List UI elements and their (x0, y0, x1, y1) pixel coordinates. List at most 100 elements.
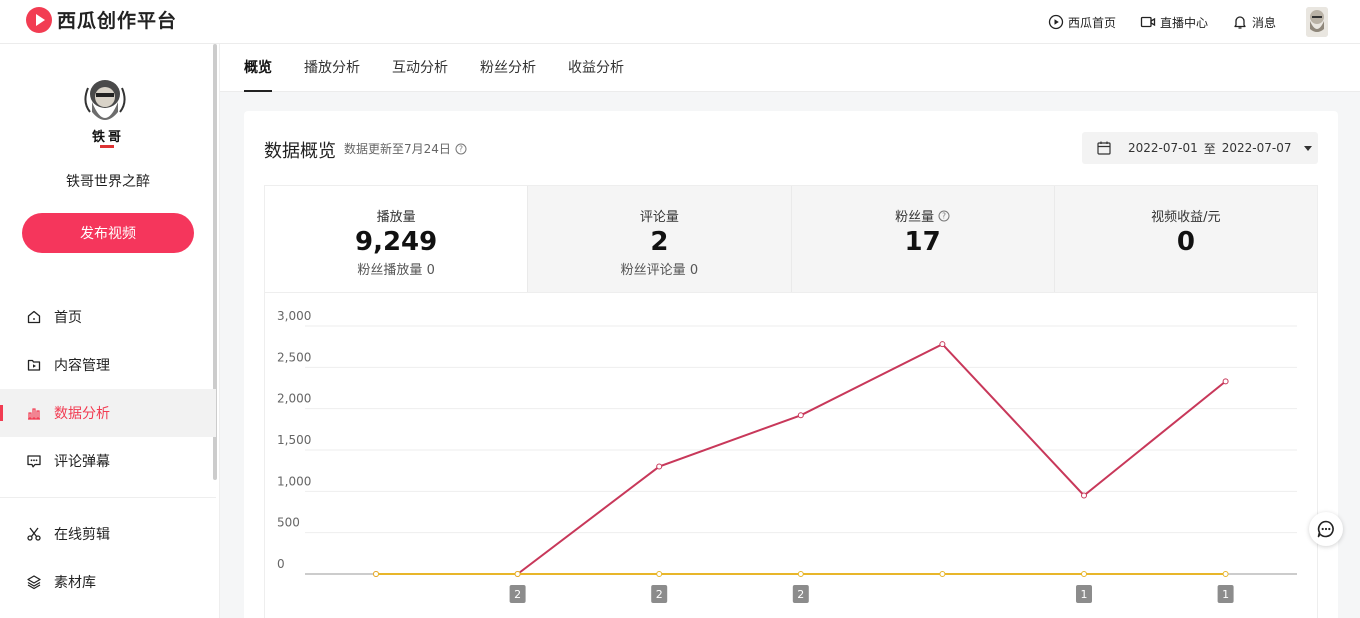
metric-sub: 粉丝播放量 0 (265, 259, 527, 278)
xigua-home-label: 西瓜首页 (1067, 15, 1116, 30)
help-icon[interactable]: ? (455, 143, 467, 155)
messages-link[interactable]: 消息 (1232, 14, 1276, 31)
metric-sub: 粉丝评论量 0 (528, 259, 790, 278)
publish-marker-label: 2 (514, 588, 521, 601)
sidebar-item-content[interactable]: 内容管理 (0, 341, 216, 389)
metric-value: 17 (904, 227, 941, 257)
sidebar-item-label: 首页 (54, 310, 82, 326)
metric-revenue[interactable]: 视频收益/元 0 (1053, 186, 1317, 292)
feedback-button[interactable] (1309, 512, 1343, 546)
metric-label: 评论量 (639, 210, 679, 225)
live-center-link[interactable]: 直播中心 (1140, 14, 1208, 31)
series-line (376, 342, 1227, 575)
svg-text:?: ? (942, 211, 946, 220)
metric-label: 粉丝量 (895, 210, 935, 225)
sidebar-item-comments[interactable]: 评论弹幕 (0, 437, 216, 485)
publish-marker-label: 2 (656, 588, 663, 601)
y-tick-label: 500 (277, 516, 300, 530)
date-range-picker[interactable]: 2022-07-01 至 2022-07-07 (1082, 132, 1318, 164)
data-point (656, 571, 663, 577)
logo-text: 西瓜创作平台 (57, 10, 178, 32)
tab-interaction-analysis[interactable]: 互动分析 (392, 44, 448, 92)
chat-bubble-icon (1317, 520, 1334, 538)
top-nav: 西瓜首页 直播中心 消息 (1024, 0, 1328, 44)
sidebar-menu: 首页 内容管理 数据分析 评论弹幕 在线剪辑 素材库 (0, 293, 216, 606)
y-tick-label: 2,500 (277, 350, 311, 364)
data-point (1222, 378, 1229, 385)
live-center-label: 直播中心 (1159, 15, 1208, 30)
metric-value: 9,249 (355, 227, 438, 257)
top-bar: 西瓜创作平台 西瓜首页 直播中心 消息 (0, 0, 1360, 44)
metric-value: 0 (1176, 227, 1195, 257)
user-avatar[interactable] (1306, 7, 1328, 37)
logo[interactable]: 西瓜创作平台 (26, 6, 177, 33)
logo-icon (26, 6, 52, 33)
publish-marker-label: 1 (1081, 588, 1088, 601)
data-point (939, 341, 946, 348)
date-separator: 至 (1203, 141, 1216, 156)
sidebar-divider (0, 497, 216, 498)
tab-play-analysis[interactable]: 播放分析 (304, 44, 360, 92)
metric-sub-value: 0 (689, 263, 699, 278)
sidebar-item-label: 内容管理 (54, 358, 110, 374)
data-point (373, 571, 379, 577)
help-icon[interactable]: ? (938, 210, 950, 222)
data-point (656, 463, 663, 470)
metric-sub-label: 粉丝评论量 (620, 263, 686, 278)
analytics-tabs: 概览 播放分析 互动分析 粉丝分析 收益分析 (220, 44, 1360, 92)
sidebar-item-home[interactable]: 首页 (0, 293, 216, 341)
chevron-down-icon (1303, 145, 1312, 151)
metrics-row: 播放量 9,249 粉丝播放量 0 评论量 2 粉丝评论量 0 粉丝量 ? 17… (264, 185, 1318, 293)
update-note-text: 数据更新至7月24日 (344, 142, 451, 156)
publish-video-button[interactable]: 发布视频 (22, 213, 194, 253)
metric-value: 2 (650, 227, 669, 257)
sidebar-item-analytics[interactable]: 数据分析 (0, 389, 216, 437)
svg-text:铁: 铁 (91, 129, 105, 145)
data-point (1081, 571, 1087, 577)
profile-name: 铁哥世界之醉 (66, 174, 150, 190)
video-camera-icon (1140, 16, 1156, 28)
data-point (797, 412, 804, 419)
svg-text:?: ? (459, 144, 463, 153)
scissors-icon (27, 527, 41, 541)
calendar-icon (1097, 141, 1111, 155)
sidebar-item-label: 数据分析 (54, 406, 110, 422)
overview-card: 数据概览 数据更新至7月24日 ? 2022-07-01 至 2022-07-0… (244, 111, 1338, 618)
sidebar-item-online-editor[interactable]: 在线剪辑 (0, 510, 216, 558)
y-tick-label: 1,500 (277, 433, 311, 447)
metric-plays[interactable]: 播放量 9,249 粉丝播放量 0 (265, 186, 528, 292)
svg-text:哥: 哥 (108, 129, 121, 145)
date-end: 2022-07-07 (1221, 141, 1292, 155)
metric-fans[interactable]: 粉丝量 ? 17 (790, 186, 1054, 292)
trend-chart: 3,0002,5002,0001,5001,00050002022-07-012… (264, 293, 1318, 618)
tab-revenue-analysis[interactable]: 收益分析 (568, 44, 624, 92)
comment-icon (27, 455, 41, 468)
metric-sub-value: 0 (426, 263, 435, 278)
avatar-image (1306, 7, 1328, 37)
date-start: 2022-07-01 (1128, 141, 1198, 155)
y-tick-label: 1,000 (277, 474, 311, 488)
bar-chart-icon (28, 408, 40, 420)
play-circle-icon (1048, 14, 1064, 30)
sidebar-item-label: 评论弹幕 (54, 454, 110, 470)
overview-title: 数据概览 (264, 141, 336, 162)
home-icon (27, 310, 41, 324)
xigua-home-link[interactable]: 西瓜首页 (1048, 14, 1116, 31)
publish-marker-label: 2 (797, 588, 804, 601)
sidebar-item-label: 在线剪辑 (54, 527, 110, 543)
layers-icon (27, 575, 41, 590)
publish-marker-label: 1 (1222, 588, 1229, 601)
data-point (1081, 492, 1087, 499)
tab-overview[interactable]: 概览 (244, 44, 272, 92)
data-point (797, 571, 804, 577)
metric-comments[interactable]: 评论量 2 粉丝评论量 0 (527, 186, 791, 292)
y-tick-label: 2,000 (277, 392, 311, 406)
y-tick-label: 0 (277, 557, 285, 571)
tab-fans-analysis[interactable]: 粉丝分析 (480, 44, 536, 92)
profile-avatar[interactable]: 铁 哥 (78, 76, 136, 152)
data-point (514, 571, 521, 577)
sidebar-item-assets[interactable]: 素材库 (0, 558, 216, 606)
profile-avatar-image: 铁 哥 (84, 80, 126, 148)
data-point (1222, 571, 1229, 577)
bell-icon (1234, 16, 1246, 29)
